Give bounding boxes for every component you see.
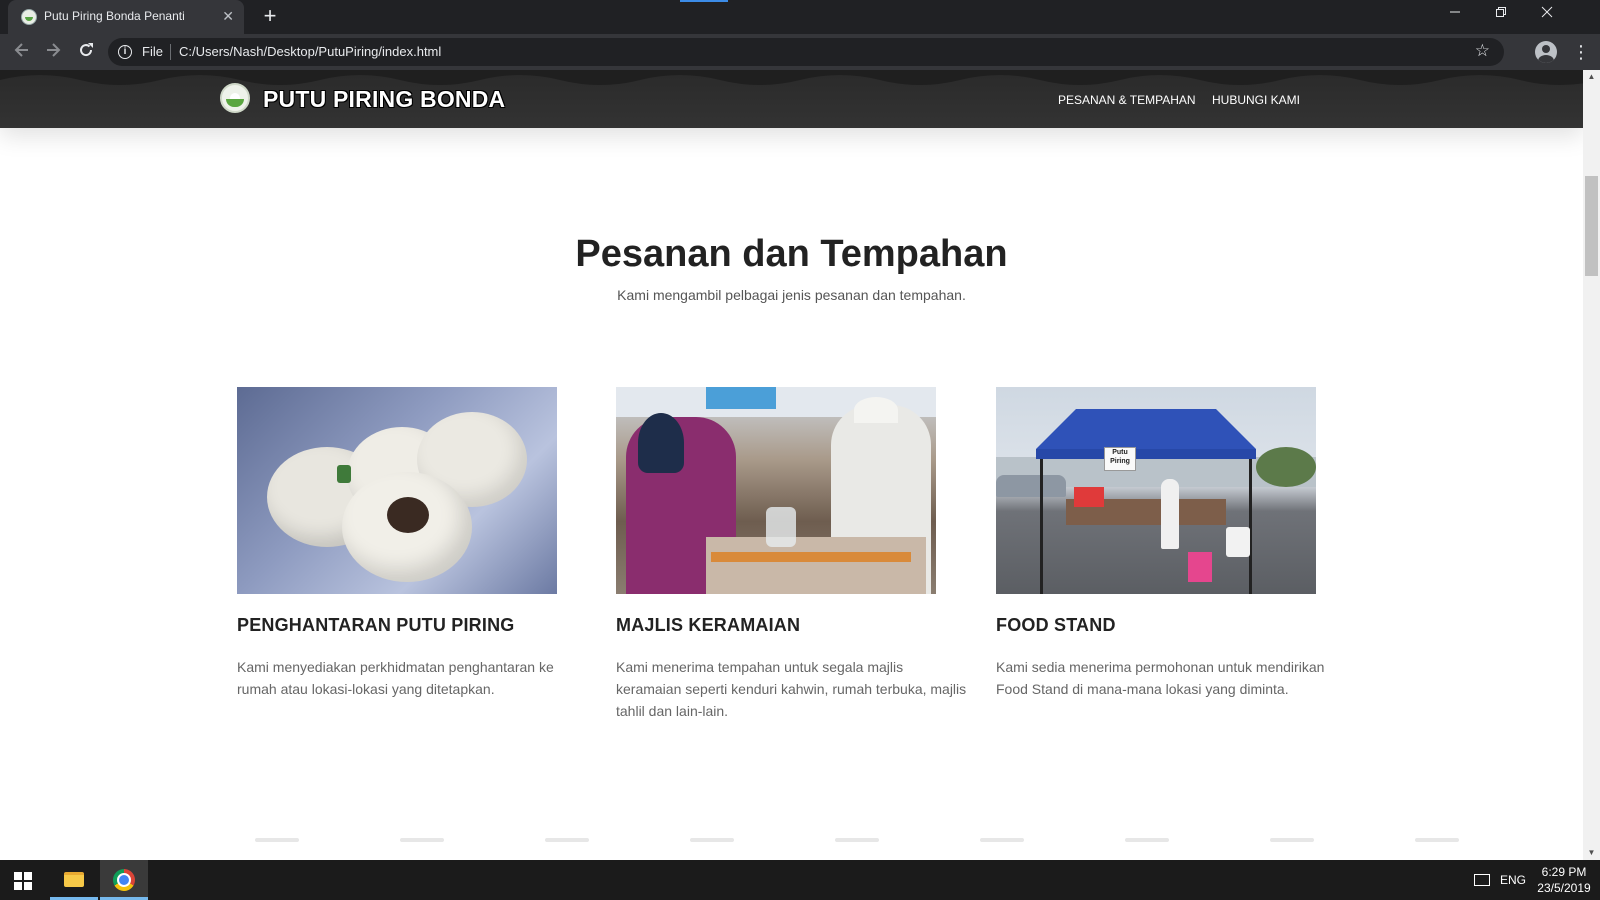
info-icon[interactable]: i xyxy=(118,45,132,59)
service-card-food-stand: Putu Piring FOOD STAND Kami sedia meneri… xyxy=(996,387,1351,700)
folder-icon xyxy=(64,872,84,887)
menu-icon[interactable]: ⋮ xyxy=(1572,40,1590,64)
page-scrollbar[interactable]: ▲ ▼ xyxy=(1583,70,1600,860)
site-favicon-icon xyxy=(21,9,37,25)
tab-title: Putu Piring Bonda Penanti xyxy=(44,9,185,23)
clock-date: 23/5/2019 xyxy=(1537,881,1591,895)
site-brand[interactable]: PUTU PIRING BONDA xyxy=(263,86,505,113)
network-icon[interactable] xyxy=(1474,874,1490,886)
close-window-button[interactable] xyxy=(1524,0,1570,30)
card-description: Kami sedia menerima permohonan untuk men… xyxy=(996,659,1325,697)
clock[interactable]: 6:29 PM 23/5/2019 xyxy=(1532,864,1596,896)
minimize-button[interactable] xyxy=(1432,0,1478,30)
reload-button[interactable] xyxy=(74,40,98,64)
windows-start-icon[interactable] xyxy=(14,872,32,890)
food-stand-photo: Putu Piring xyxy=(996,387,1316,594)
card-description: Kami menerima tempahan untuk segala majl… xyxy=(616,659,967,719)
scroll-up-icon[interactable]: ▲ xyxy=(1583,70,1600,84)
taskbar-file-explorer[interactable] xyxy=(50,860,98,900)
star-icon[interactable]: ☆ xyxy=(1475,41,1490,61)
putu-piring-photo xyxy=(237,387,557,594)
restore-button[interactable] xyxy=(1478,0,1524,30)
close-icon xyxy=(1541,6,1553,18)
windows-taskbar: ENG 6:29 PM 23/5/2019 xyxy=(0,860,1600,900)
nav-pesanan-tempahan[interactable]: PESANAN & TEMPAHAN xyxy=(1058,93,1196,107)
service-card-event: MAJLIS KERAMAIAN Kami menerima tempahan … xyxy=(616,387,971,722)
browser-tab[interactable]: Putu Piring Bonda Penanti ✕ xyxy=(8,0,244,34)
scheme-label: File xyxy=(142,44,163,59)
forward-button[interactable] xyxy=(41,40,65,64)
scroll-down-icon[interactable]: ▼ xyxy=(1583,846,1600,860)
card-title: MAJLIS KERAMAIAN xyxy=(616,615,801,635)
card-title: PENGHANTARAN PUTU PIRING xyxy=(237,615,515,635)
taskbar-chrome[interactable] xyxy=(100,860,148,900)
avatar-icon[interactable] xyxy=(1535,41,1557,63)
minimize-icon xyxy=(1450,11,1460,13)
page-viewport: PUTU PIRING BONDA PESANAN & TEMPAHAN HUB… xyxy=(0,70,1583,860)
chrome-icon xyxy=(113,869,135,891)
tab-close-icon[interactable]: ✕ xyxy=(222,8,234,24)
forward-icon xyxy=(47,43,61,57)
back-icon xyxy=(14,43,28,57)
back-button[interactable] xyxy=(10,40,34,64)
restore-icon xyxy=(1496,7,1506,17)
clock-time: 6:29 PM xyxy=(1541,865,1587,879)
card-title: FOOD STAND xyxy=(996,615,1116,635)
nav-hubungi-kami[interactable]: HUBUNGI KAMI xyxy=(1212,93,1300,107)
reload-icon xyxy=(80,43,93,57)
address-divider xyxy=(170,44,171,60)
section-subtitle: Kami mengambil pelbagai jenis pesanan da… xyxy=(617,287,966,303)
url-text[interactable]: C:/Users/Nash/Desktop/PutuPiring/index.h… xyxy=(179,44,441,59)
section-title: Pesanan dan Tempahan xyxy=(575,233,1008,275)
new-tab-button[interactable]: + xyxy=(258,4,282,28)
stand-sign-text: Putu Piring xyxy=(1110,449,1130,465)
service-card-delivery: PENGHANTARAN PUTU PIRING Kami menyediaka… xyxy=(237,387,592,700)
browser-tab-bar: Putu Piring Bonda Penanti ✕ + xyxy=(0,0,1600,34)
address-bar[interactable]: i File C:/Users/Nash/Desktop/PutuPiring/… xyxy=(108,38,1504,66)
logo-icon[interactable] xyxy=(220,83,250,113)
scrollbar-thumb[interactable] xyxy=(1585,176,1598,276)
stand-sign: Putu Piring xyxy=(1104,447,1136,471)
card-description: Kami menyediakan perkhidmatan penghantar… xyxy=(237,659,554,697)
event-photo xyxy=(616,387,936,594)
browser-toolbar: i File C:/Users/Nash/Desktop/PutuPiring/… xyxy=(0,34,1600,70)
loading-indicator xyxy=(680,0,728,2)
site-header: PUTU PIRING BONDA PESANAN & TEMPAHAN HUB… xyxy=(0,70,1583,128)
language-indicator[interactable]: ENG xyxy=(1500,873,1526,887)
next-section-partial xyxy=(0,838,1583,860)
